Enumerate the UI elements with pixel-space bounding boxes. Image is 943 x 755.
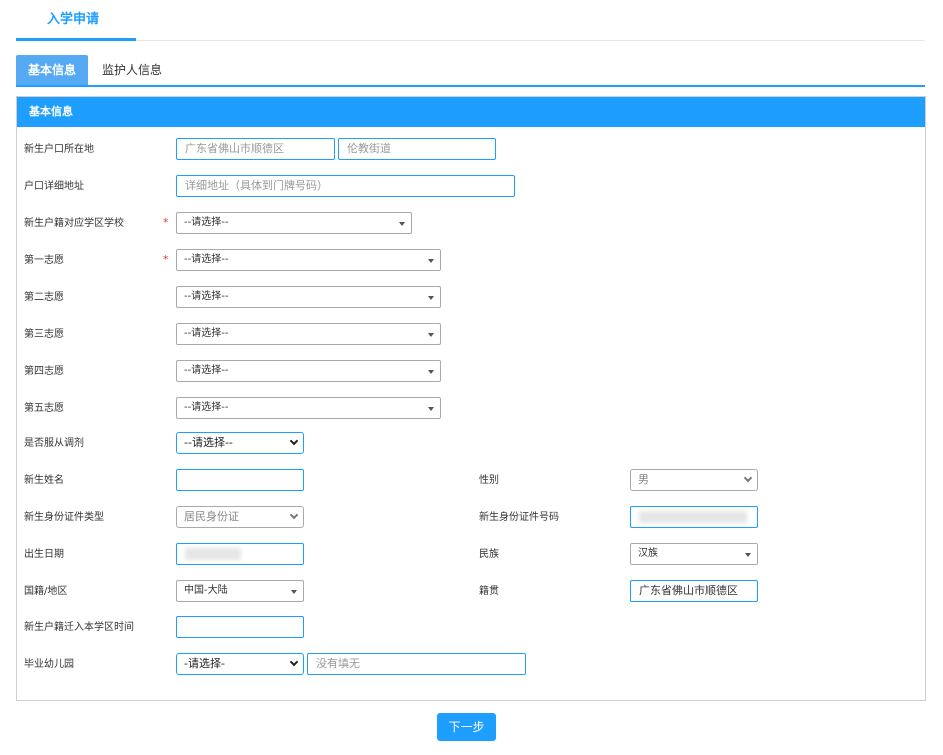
id-type-value: 居民身份证: [184, 510, 239, 523]
choice1-label: 第一志愿: [24, 255, 64, 266]
tab-guardian-info[interactable]: 监护人信息: [90, 55, 174, 85]
choice3-select[interactable]: --请选择--: [176, 323, 441, 345]
choice4-value: --请选择--: [184, 365, 229, 376]
kindergarten-select[interactable]: -请选择-: [176, 653, 304, 675]
hukou-location-label: 新生户口所在地: [24, 144, 94, 155]
nationality-value: 中国-大陆: [184, 585, 228, 596]
obey-adjustment-select[interactable]: --请选择--: [176, 432, 304, 454]
choice4-select[interactable]: --请选择--: [176, 360, 441, 382]
kindergarten-label: 毕业幼儿园: [24, 659, 74, 670]
choice1-value: --请选择--: [184, 254, 229, 265]
gender-select[interactable]: 男: [630, 469, 758, 491]
kindergarten-name-input[interactable]: 没有填无: [307, 653, 526, 675]
required-mark: *: [163, 253, 169, 266]
id-number-label: 新生身份证件号码: [479, 512, 559, 523]
id-type-label: 新生身份证件类型: [24, 512, 104, 523]
next-step-button[interactable]: 下一步: [437, 713, 496, 741]
student-name-label: 新生姓名: [24, 475, 64, 486]
address-input[interactable]: 详细地址（具体到门牌号码）: [176, 175, 515, 197]
address-label: 户口详细地址: [24, 181, 84, 192]
choice5-label: 第五志愿: [24, 403, 64, 414]
ethnicity-label: 民族: [479, 549, 499, 560]
chevron-down-icon: [289, 436, 299, 446]
kindergarten-value: -请选择-: [184, 657, 225, 670]
caret-down-icon: [428, 259, 434, 263]
choice5-value: --请选择--: [184, 402, 229, 413]
transfer-time-input[interactable]: [176, 616, 304, 638]
choice2-value: --请选择--: [184, 291, 229, 302]
caret-down-icon: [428, 407, 434, 411]
choice2-label: 第二志愿: [24, 292, 64, 303]
id-type-select[interactable]: 居民身份证: [176, 506, 304, 528]
choice1-select[interactable]: --请选择--: [176, 249, 441, 271]
choice3-value: --请选择--: [184, 328, 229, 339]
redacted-value: [185, 548, 241, 560]
transfer-time-label: 新生户籍迁入本学区时间: [24, 622, 134, 633]
native-place-input[interactable]: 广东省佛山市顺德区: [630, 580, 758, 602]
district-school-select[interactable]: --请选择--: [176, 212, 412, 234]
birth-date-input[interactable]: [176, 543, 304, 565]
gender-label: 性别: [479, 475, 499, 486]
top-tab-bar: 入学申请: [16, 0, 925, 41]
ethnicity-value: 汉族: [638, 548, 658, 559]
obey-adjustment-label: 是否服从调剂: [24, 438, 84, 449]
choice3-label: 第三志愿: [24, 329, 64, 340]
chevron-down-icon: [289, 657, 299, 667]
district-school-value: --请选择--: [184, 217, 229, 228]
sub-tab-bar: 基本信息 监护人信息: [16, 55, 925, 87]
tab-enrollment-application[interactable]: 入学申请: [16, 0, 136, 41]
required-mark: *: [163, 216, 169, 229]
choice4-label: 第四志愿: [24, 366, 64, 377]
native-place-label: 籍贯: [479, 586, 499, 597]
nationality-select[interactable]: 中国-大陆: [176, 580, 304, 602]
student-name-input[interactable]: [176, 469, 304, 491]
id-number-input[interactable]: [630, 506, 758, 528]
obey-adjustment-value: --请选择--: [184, 436, 233, 449]
hukou-street-input[interactable]: 伦教街道: [338, 138, 496, 160]
choice2-select[interactable]: --请选择--: [176, 286, 441, 308]
ethnicity-select[interactable]: 汉族: [630, 543, 758, 565]
panel-title: 基本信息: [17, 97, 925, 127]
hukou-city-input[interactable]: 广东省佛山市顺德区: [176, 138, 335, 160]
chevron-down-icon: [289, 510, 299, 520]
redacted-value: [639, 511, 747, 523]
caret-down-icon: [745, 553, 751, 557]
caret-down-icon: [428, 296, 434, 300]
caret-down-icon: [428, 370, 434, 374]
birth-date-label: 出生日期: [24, 549, 64, 560]
nationality-label: 国籍/地区: [24, 586, 68, 597]
choice5-select[interactable]: --请选择--: [176, 397, 441, 419]
chevron-down-icon: [743, 473, 753, 483]
gender-value: 男: [638, 473, 649, 486]
caret-down-icon: [291, 590, 297, 594]
caret-down-icon: [428, 333, 434, 337]
district-school-label: 新生户籍对应学区学校: [24, 218, 124, 229]
caret-down-icon: [399, 222, 405, 226]
tab-basic-info[interactable]: 基本信息: [16, 55, 88, 85]
